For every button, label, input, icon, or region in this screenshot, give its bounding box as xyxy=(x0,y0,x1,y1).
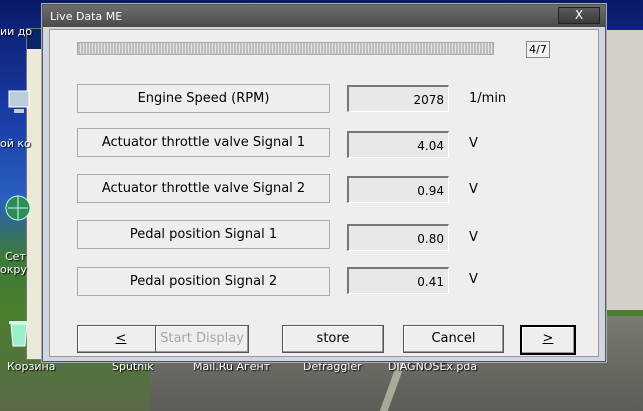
label-throttle-signal-1: Actuator throttle valve Signal 1 xyxy=(77,128,330,157)
label-throttle-signal-2: Actuator throttle valve Signal 2 xyxy=(77,174,330,203)
dialog-title: Live Data ME xyxy=(50,10,123,23)
unit-throttle-signal-2: V xyxy=(469,182,478,197)
desktop-label-fragment: Сет xyxy=(5,250,26,263)
desktop-label-fragment: окру xyxy=(0,263,27,276)
value-throttle-signal-2: 0.94 xyxy=(347,176,449,203)
previous-button[interactable]: < xyxy=(77,325,165,353)
start-display-button[interactable]: Start Display xyxy=(155,325,249,353)
dialog-titlebar[interactable]: Live Data ME X xyxy=(43,5,605,27)
chevron-left-icon: < xyxy=(115,331,127,346)
store-button[interactable]: store xyxy=(282,325,384,353)
desktop-label-fragment: ой ко xyxy=(0,137,31,150)
value-pedal-signal-2: 0.41 xyxy=(347,267,449,294)
label-pedal-signal-2: Pedal position Signal 2 xyxy=(77,267,330,296)
background-window-right xyxy=(600,30,643,310)
chevron-right-icon: > xyxy=(542,331,554,346)
label-engine-speed: Engine Speed (RPM) xyxy=(77,84,330,113)
cancel-button[interactable]: Cancel xyxy=(403,325,504,353)
label-pedal-signal-1: Pedal position Signal 1 xyxy=(77,220,330,249)
computer-icon[interactable] xyxy=(6,88,32,118)
network-globe-icon[interactable] xyxy=(4,194,32,222)
dialog-client-area: 4/7 Engine Speed (RPM) 2078 1/min Actuat… xyxy=(49,29,599,357)
unit-engine-speed: 1/min xyxy=(469,91,507,106)
next-button[interactable]: > xyxy=(520,325,576,355)
unit-pedal-signal-2: V xyxy=(469,272,478,287)
unit-pedal-signal-1: V xyxy=(469,230,478,245)
desktop-label-fragment: ии до xyxy=(0,25,33,38)
value-throttle-signal-1: 4.04 xyxy=(347,131,449,158)
progress-fill xyxy=(78,43,493,54)
value-engine-speed: 2078 xyxy=(347,85,449,112)
close-button[interactable]: X xyxy=(558,7,600,24)
page-counter: 4/7 xyxy=(526,41,550,58)
recycle-bin-icon[interactable] xyxy=(6,318,32,348)
value-pedal-signal-1: 0.80 xyxy=(347,224,449,251)
unit-throttle-signal-1: V xyxy=(469,136,478,151)
progress-bar xyxy=(77,42,494,55)
close-icon: X xyxy=(574,8,584,22)
live-data-dialog: Live Data ME X 4/7 Engine Speed (RPM) 20… xyxy=(42,4,606,362)
